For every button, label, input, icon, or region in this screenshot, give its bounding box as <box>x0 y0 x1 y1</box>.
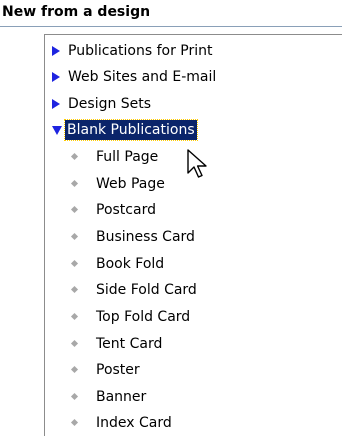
diamond-bullet-icon <box>70 312 79 321</box>
tree-item-label: Full Page <box>96 149 159 165</box>
tree-item-label: Business Card <box>96 229 195 245</box>
tree-item-label: Web Sites and E-mail <box>68 69 217 85</box>
diamond-bullet-icon <box>70 365 79 374</box>
tree-item-design-sets[interactable]: Design Sets <box>52 94 332 114</box>
tree-item-label: Poster <box>96 362 140 378</box>
section-header: New from a design <box>0 0 342 28</box>
diamond-bullet-icon <box>70 339 79 348</box>
diamond-bullet-icon <box>70 259 79 268</box>
task-pane: New from a design Publications for Print… <box>0 0 342 436</box>
tree-item-side-fold-card[interactable]: Side Fold Card <box>70 280 330 300</box>
diamond-bullet-icon <box>70 418 79 427</box>
diamond-bullet-icon <box>70 392 79 401</box>
mouse-pointer-icon <box>187 149 207 178</box>
tree-item-business-card[interactable]: Business Card <box>70 227 330 247</box>
tree-item-tent-card[interactable]: Tent Card <box>70 334 330 354</box>
tree-item-label: Banner <box>96 389 147 405</box>
tree-item-book-fold[interactable]: Book Fold <box>70 254 330 274</box>
tree-item-poster[interactable]: Poster <box>70 360 330 380</box>
tree-item-web-sites-and-email[interactable]: Web Sites and E-mail <box>52 67 332 87</box>
section-divider <box>0 26 342 27</box>
tree-item-label: Publications for Print <box>68 43 213 59</box>
tree-item-postcard[interactable]: Postcard <box>70 200 330 220</box>
diamond-bullet-icon <box>70 285 79 294</box>
collapse-arrow-icon[interactable] <box>52 126 62 135</box>
expand-arrow-icon[interactable] <box>52 46 60 56</box>
tree-item-label: Design Sets <box>68 96 152 112</box>
tree-item-blank-publications[interactable]: Blank Publications <box>52 119 332 141</box>
diamond-bullet-icon <box>70 205 79 214</box>
expand-arrow-icon[interactable] <box>52 72 60 82</box>
tree-item-label: Index Card <box>96 415 172 431</box>
tree-item-label: Top Fold Card <box>96 309 191 325</box>
tree-item-index-card[interactable]: Index Card <box>70 413 330 433</box>
tree-item-label: Web Page <box>96 176 165 192</box>
expand-arrow-icon[interactable] <box>52 99 60 109</box>
diamond-bullet-icon <box>70 152 79 161</box>
tree-item-label: Side Fold Card <box>96 282 197 298</box>
section-title: New from a design <box>2 4 151 20</box>
diamond-bullet-icon <box>70 232 79 241</box>
tree-item-publications-for-print[interactable]: Publications for Print <box>52 41 332 61</box>
tree-item-label: Tent Card <box>96 336 163 352</box>
tree-item-label: Postcard <box>96 202 156 218</box>
tree-item-top-fold-card[interactable]: Top Fold Card <box>70 307 330 327</box>
tree-item-label: Book Fold <box>96 256 165 272</box>
tree-item-label-selected: Blank Publications <box>64 119 198 141</box>
diamond-bullet-icon <box>70 179 79 188</box>
tree-item-banner[interactable]: Banner <box>70 387 330 407</box>
